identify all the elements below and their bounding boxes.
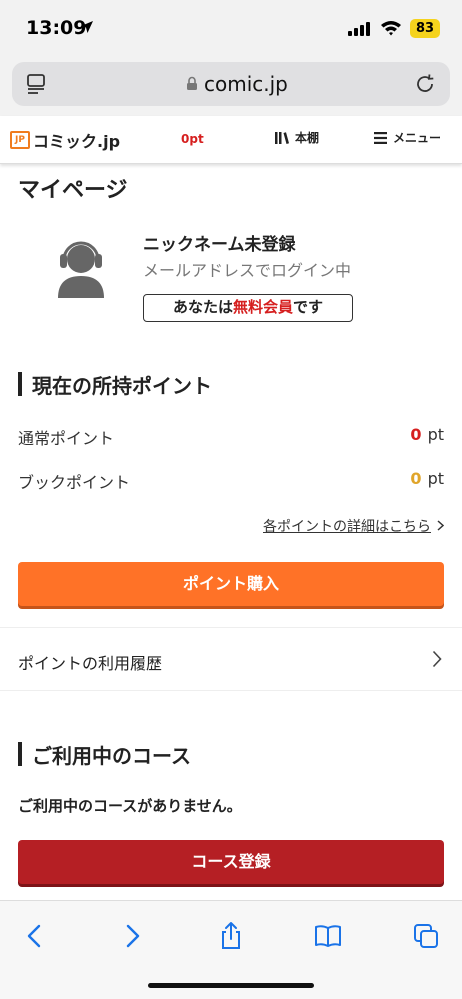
logo-mark: JP (10, 131, 30, 149)
bookshelf-link[interactable]: 本棚 (274, 129, 319, 146)
book-points-row: ブックポイント 0 pt (18, 469, 444, 493)
forward-icon[interactable] (117, 921, 147, 951)
normal-points-label: 通常ポイント (18, 429, 115, 448)
point-history-row[interactable]: ポイントの利用履歴 (0, 627, 462, 691)
book-points-value: 0 pt (410, 469, 444, 488)
badge-suffix: です (293, 298, 324, 316)
chevron-right-icon (437, 520, 444, 531)
logo-text: コミック.jp (33, 132, 121, 151)
book-points-number: 0 (410, 469, 422, 488)
cellular-signal-icon (348, 22, 370, 36)
status-time: 13:09 (26, 17, 87, 39)
points-section-title: 現在の所持ポイント (18, 370, 212, 399)
bookshelf-label: 本棚 (295, 131, 320, 145)
badge-prefix: あなたは (172, 298, 233, 316)
points-detail-label: 各ポイントの詳細はこちら (263, 519, 431, 535)
bookshelf-icon (275, 131, 289, 144)
share-icon[interactable] (216, 921, 246, 951)
reload-icon[interactable] (414, 73, 436, 95)
course-section-title: ご利用中のコース (18, 740, 191, 769)
back-icon[interactable] (20, 921, 50, 951)
point-history-label: ポイントの利用履歴 (18, 654, 163, 673)
membership-badge: あなたは無料会員です (143, 294, 353, 322)
location-arrow-icon (81, 21, 93, 33)
page-title: マイページ (18, 178, 128, 203)
course-register-button[interactable]: コース登録 (18, 840, 444, 884)
book-points-unit: pt (427, 469, 444, 488)
buy-points-button[interactable]: ポイント購入 (18, 562, 444, 606)
browser-url-bar: comic.jp (0, 56, 462, 116)
points-detail-link[interactable]: 各ポイントの詳細はこちら (263, 516, 444, 536)
bookmarks-icon[interactable] (313, 921, 343, 951)
book-points-label: ブックポイント (18, 473, 131, 492)
normal-points-value: 0 pt (410, 425, 444, 444)
lock-icon (187, 76, 197, 90)
home-indicator (148, 983, 314, 988)
normal-points-unit: pt (427, 425, 444, 444)
page-menu-icon[interactable] (26, 74, 48, 94)
battery-indicator: 83 (410, 19, 440, 38)
login-method: メールアドレスでログイン中 (143, 261, 352, 280)
status-bar: 13:09 83 (0, 0, 462, 56)
site-header: JP コミック.jp 0pt 本棚 メニュー (0, 116, 462, 164)
user-avatar-icon (58, 241, 104, 298)
site-logo[interactable]: JP コミック.jp (10, 128, 120, 152)
no-course-message: ご利用中のコースがありません。 (18, 797, 242, 815)
badge-membership-type: 無料会員 (232, 298, 293, 316)
chevron-right-icon (432, 650, 442, 668)
normal-points-number: 0 (410, 425, 422, 444)
address-field[interactable]: comic.jp (12, 62, 450, 106)
header-points[interactable]: 0pt (181, 132, 204, 146)
menu-button[interactable]: メニュー (374, 129, 441, 146)
tabs-icon[interactable] (411, 921, 441, 951)
nickname: ニックネーム未登録 (143, 235, 296, 255)
wifi-icon (381, 21, 401, 36)
menu-label: メニュー (393, 131, 442, 145)
hamburger-icon (374, 131, 387, 144)
normal-points-row: 通常ポイント 0 pt (18, 425, 444, 449)
url-text: comic.jp (204, 72, 288, 96)
